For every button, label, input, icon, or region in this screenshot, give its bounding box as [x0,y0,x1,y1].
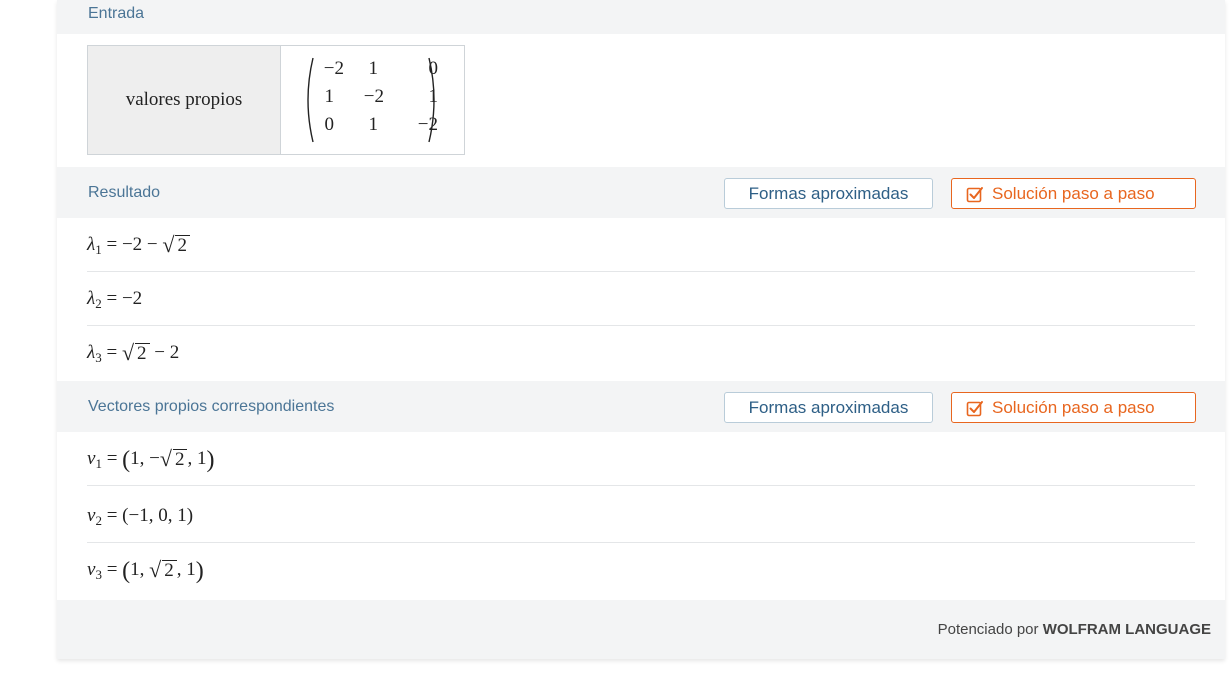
eigenvector-row-3: v3 = (1, √ 2, 1) [87,543,1195,597]
vector-symbol: v [87,559,96,580]
close-paren: ) [195,558,204,584]
matrix-cell: 1 [368,114,379,135]
lambda-symbol: λ [87,233,96,255]
step-by-step-button[interactable]: Solución paso a paso [951,178,1196,209]
equation-text: = −2 [101,287,143,309]
sqrt-icon: √ [121,340,135,365]
powered-by-text[interactable]: Potenciado por WOLFRAM LANGUAGE [938,621,1211,638]
input-matrix: −2 1 0 1 −2 1 0 1 −2 [281,46,464,154]
vector-components: −1, 0, 1 [128,504,187,526]
matrix-cell: 1 [324,86,335,107]
input-pod-title: Entrada [88,5,145,22]
vector-components: , 1 [187,447,207,469]
vector-components: 1, [130,559,150,580]
vectors-pod-title: Vectores propios correspondientes [88,398,335,415]
checkbox-icon [966,186,983,202]
input-label: valores propios [88,46,281,154]
sqrt-expression: √ 2 [122,342,150,364]
open-paren: ( [122,446,131,473]
subscript: 3 [95,567,102,582]
result-pod-title: Resultado [88,184,161,201]
sqrt-icon: √ [159,445,172,471]
sqrt-expression: √ 2 [159,445,188,471]
subscript: 3 [95,350,102,365]
subscript: 2 [95,295,102,311]
subscript: 2 [95,512,102,528]
sqrt-argument: 2 [172,448,188,470]
step-by-step-label: Solución paso a paso [992,397,1155,417]
subscript: 1 [95,455,102,471]
eigenvalue-row-1: λ1 = −2 − √ 2 [87,218,1195,272]
matrix-cell: 0 [324,114,335,135]
approximate-forms-button[interactable]: Formas aproximadas [724,178,933,209]
lambda-symbol: λ [87,342,96,363]
vector-symbol: v [87,504,96,526]
open-paren: ( [122,558,131,584]
eigenvector-row-2: v2 = (−1, 0, 1) [87,489,1195,543]
approximate-forms-label: Formas aproximadas [748,183,909,203]
input-table: valores propios −2 1 0 1 −2 1 0 1 −2 [87,45,465,155]
equation-text: = [101,447,123,469]
footer: Potenciado por WOLFRAM LANGUAGE [57,600,1225,659]
vectors-pod-header: Vectores propios correspondientes Formas… [57,381,1225,432]
sqrt-expression: √ 2 [149,559,177,581]
vector-components: 1, − [130,447,160,469]
step-by-step-label: Solución paso a paso [992,183,1155,203]
close-paren: ) [186,504,194,526]
close-paren: ) [206,446,215,473]
checkbox-icon [966,400,983,416]
equation-text: = −2 − [101,233,163,255]
right-paren-icon [428,57,435,143]
sqrt-argument: 2 [162,560,177,581]
vector-components: , 1 [176,559,196,580]
powered-by-prefix: Potenciado por [937,621,1043,638]
step-by-step-button[interactable]: Solución paso a paso [951,392,1196,423]
sqrt-expression: √ 2 [162,231,190,257]
input-pod-header: Entrada [57,0,1225,34]
eigenvalue-row-2: λ2 = −2 [87,272,1195,326]
result-card: Entrada valores propios −2 1 0 1 −2 1 0 … [57,0,1225,659]
matrix-cell: 1 [368,58,379,79]
subscript: 1 [95,241,102,257]
vector-symbol: v [87,447,96,469]
sqrt-argument: 2 [175,234,190,256]
eigenvector-row-1: v1 = (1, − √ 2, 1) [87,432,1195,486]
approximate-forms-label: Formas aproximadas [748,397,909,417]
matrix-cell: −2 [363,86,384,107]
equation-tail: − 2 [149,342,180,363]
lambda-symbol: λ [87,287,96,309]
wolfram-language-brand: WOLFRAM LANGUAGE [1042,621,1211,638]
sqrt-icon: √ [162,231,175,257]
matrix-cell: −2 [323,58,344,79]
equation-text: = [101,504,123,526]
approximate-forms-button[interactable]: Formas aproximadas [724,392,933,423]
equation-text: = [101,559,123,580]
sqrt-icon: √ [149,557,162,582]
sqrt-argument: 2 [135,343,150,364]
result-pod-header: Resultado Formas aproximadas Solución pa… [57,167,1225,218]
eigenvalue-row-3: λ3 = √ 2 − 2 [87,326,1195,380]
equation-text: = [101,342,122,363]
